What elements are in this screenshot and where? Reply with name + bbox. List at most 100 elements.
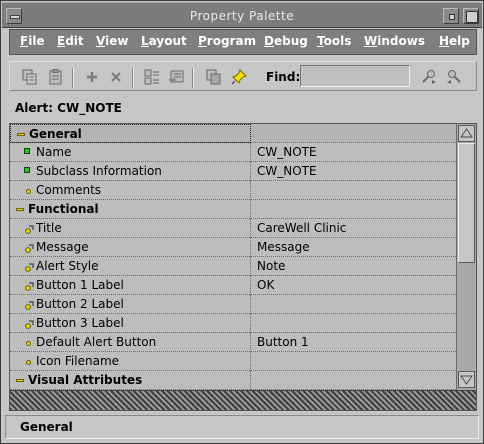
property-name: Comments [36,183,102,197]
status-bar: General [5,415,479,439]
property-name-cell[interactable]: Visual Attributes [10,371,251,390]
menu-program[interactable]: Program [198,34,256,48]
property-name: Subclass Information [36,164,162,178]
property-name-cell[interactable]: Button 2 Label [10,295,251,314]
inherited-property-icon [25,263,34,272]
property-rows: General Name CW_NOTE Subclass Information CW… [10,124,456,390]
paste-properties-icon[interactable] [48,69,64,85]
property-value[interactable]: CW_NOTE [257,164,317,178]
vertical-scrollbar[interactable] [456,124,476,390]
changed-property-icon [24,167,30,173]
menu-file[interactable]: File [20,34,45,48]
horizontal-scroll-area [10,390,476,410]
scroll-down-arrow-icon[interactable] [458,371,475,388]
property-name-cell[interactable]: Title [10,219,251,238]
intersection-union-icon[interactable] [206,69,222,85]
property-name-cell[interactable]: Icon Filename [10,352,251,371]
category-dash-icon [17,133,25,136]
add-property-icon[interactable] [84,69,100,85]
property-name-cell[interactable]: Message [10,238,251,257]
property-name-cell[interactable]: Comments [10,181,251,200]
property-class-icon[interactable] [144,69,160,85]
menu-bar: File Edit View Layout Program Debug Tool… [9,29,477,55]
property-row[interactable]: Comments [10,181,456,200]
find-label: Find: [266,70,301,84]
property-row[interactable]: Default Alert Button Button 1 [10,333,456,352]
property-palette-window: Property Palette File Edit View Layout P… [0,0,484,444]
inherited-property-icon [25,301,34,310]
property-name: Button 1 Label [36,278,124,292]
delete-property-icon[interactable] [108,69,124,85]
property-name: Button 2 Label [36,297,124,311]
inherited-property-icon [25,225,34,234]
property-value[interactable]: Message [257,240,310,254]
property-category-row[interactable]: Functional [10,200,456,219]
property-value[interactable]: CareWell Clinic [257,221,346,235]
property-name-cell[interactable]: Subclass Information [10,162,251,181]
property-name-cell[interactable]: General [10,124,251,143]
property-value[interactable]: Button 1 [257,335,309,349]
menu-windows[interactable]: Windows [364,34,425,48]
freeze-pin-icon[interactable] [231,69,247,85]
menu-tools[interactable]: Tools [317,34,351,48]
category-dash-icon [16,208,24,211]
copy-properties-icon[interactable] [22,69,38,85]
property-name: General [29,127,82,141]
menu-view[interactable]: View [96,34,128,48]
property-name-cell[interactable]: Name [10,143,251,162]
menu-layout[interactable]: Layout [141,34,187,48]
find-forward-icon[interactable] [421,69,437,85]
object-label: Alert: CW_NOTE [15,101,122,115]
scrollbar-thumb[interactable] [458,143,475,263]
menu-debug[interactable]: Debug [264,34,308,48]
toolbar: Find: [9,61,477,91]
minimize-button[interactable] [443,8,459,24]
title-bar[interactable]: Property Palette [2,2,482,28]
maximize-button[interactable] [463,8,479,24]
property-name-cell[interactable]: Button 3 Label [10,314,251,333]
property-row[interactable]: Name CW_NOTE [10,143,456,162]
property-value[interactable]: OK [257,278,274,292]
menu-help[interactable]: Help [439,34,470,48]
property-row[interactable]: Button 3 Label [10,314,456,333]
property-name-cell[interactable]: Functional [10,200,251,219]
property-value[interactable]: CW_NOTE [257,145,317,159]
inherited-property-icon [25,282,34,291]
property-row[interactable]: Button 1 Label OK [10,276,456,295]
property-category-row[interactable]: General [10,124,456,143]
property-name: Button 3 Label [36,316,124,330]
toolbar-separator [132,68,134,88]
default-property-icon [26,360,31,365]
inherited-property-icon [25,320,34,329]
toolbar-separator [72,68,74,88]
property-row[interactable]: Title CareWell Clinic [10,219,456,238]
toolbar-separator [192,68,194,88]
property-category-row[interactable]: Visual Attributes [10,371,456,390]
property-name: Title [36,221,62,235]
property-row[interactable]: Icon Filename [10,352,456,371]
inherit-icon[interactable] [168,69,184,85]
find-backward-icon[interactable] [446,69,462,85]
property-grid: General Name CW_NOTE Subclass Information CW… [9,123,477,411]
default-property-icon [26,189,31,194]
property-name: Functional [28,202,99,216]
category-dash-icon [16,379,24,382]
menu-edit[interactable]: Edit [57,34,84,48]
property-row[interactable]: Message Message [10,238,456,257]
status-text: General [20,420,73,434]
property-row[interactable]: Alert Style Note [10,257,456,276]
property-name-cell[interactable]: Default Alert Button [10,333,251,352]
property-name-cell[interactable]: Button 1 Label [10,276,251,295]
property-row[interactable]: Button 2 Label [10,295,456,314]
find-input[interactable] [300,65,410,87]
property-name-cell[interactable]: Alert Style [10,257,251,276]
property-row[interactable]: Subclass Information CW_NOTE [10,162,456,181]
property-value[interactable]: Note [257,259,285,273]
property-name: Alert Style [36,259,99,273]
property-name: Default Alert Button [36,335,157,349]
default-property-icon [26,341,31,346]
property-name: Name [36,145,72,159]
inherited-property-icon [25,244,34,253]
scroll-up-arrow-icon[interactable] [458,125,475,142]
property-name: Icon Filename [36,354,120,368]
